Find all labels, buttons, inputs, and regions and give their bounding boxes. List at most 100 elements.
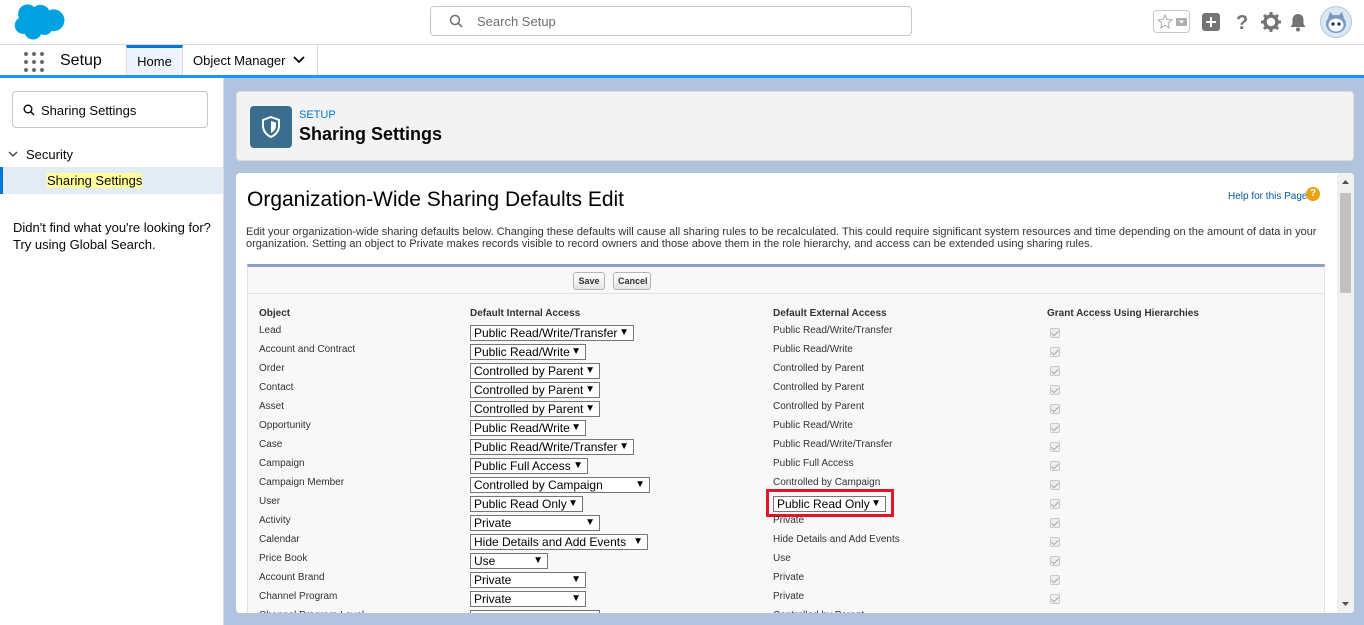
external-access-text: Hide Details and Add Events — [773, 534, 900, 545]
table-row: User Public Read Only ▼ Public Read Only ▼ — [248, 489, 1324, 517]
internal-access-value: Private — [474, 573, 512, 587]
sharing-defaults-edit-block: Save Cancel Object Default Internal Acce… — [247, 264, 1325, 613]
dropdown-arrow-icon: ▼ — [571, 346, 581, 357]
tab-object-manager[interactable]: Object Manager — [183, 45, 318, 75]
save-button[interactable]: Save — [573, 272, 605, 290]
internal-access-select[interactable]: Public Full Access ▼ — [470, 458, 588, 474]
internal-access-value: Public Read/Write/Transfer — [474, 440, 618, 454]
internal-access-value: Public Read Only — [474, 497, 567, 511]
internal-access-value: Use — [474, 554, 496, 568]
object-label: Account Brand — [259, 572, 325, 583]
table-row: Order Controlled by Parent ▼ Controlled by … — [248, 362, 1324, 381]
internal-access-select[interactable]: Public Read Only ▼ — [470, 496, 583, 512]
table-row: Case Public Read/Write/Transfer ▼ Public Re… — [248, 438, 1324, 457]
dropdown-arrow-icon: ▼ — [871, 498, 881, 509]
internal-access-select[interactable]: Public Read/Write ▼ — [470, 420, 586, 436]
scroll-down-icon[interactable] — [1341, 599, 1350, 608]
quick-find-box[interactable] — [12, 91, 208, 128]
tab-home[interactable]: Home — [126, 45, 183, 75]
quick-find-input[interactable] — [41, 101, 201, 119]
object-label: Asset — [259, 401, 285, 412]
dropdown-arrow-icon: ▼ — [619, 327, 629, 338]
notifications-bell-icon[interactable] — [1287, 11, 1309, 33]
salesforce-logo[interactable] — [12, 4, 66, 40]
column-header-external-access: Default External Access — [773, 308, 887, 319]
scrollbar-thumb[interactable] — [1340, 193, 1351, 293]
internal-access-value: Public Read/Write/Transfer — [474, 326, 618, 340]
search-icon — [23, 104, 35, 116]
not-found-line-1: Didn't find what you're looking for? — [13, 220, 211, 235]
external-access-select[interactable]: Public Read Only ▼ — [773, 496, 886, 512]
external-access-text: Public Read/Write/Transfer — [773, 439, 893, 450]
external-access-text: Controlled by Campaign — [773, 477, 881, 488]
app-launcher-icon[interactable] — [24, 52, 44, 72]
table-row: Asset Controlled by Parent ▼ Controlled by … — [248, 400, 1324, 419]
table-row: Account Brand Private ▼ Private — [248, 571, 1324, 590]
table-row: Activity Private ▼ Private — [248, 514, 1324, 533]
help-for-this-page-link[interactable]: Help for this Page — [1228, 191, 1308, 202]
internal-access-value: Public Read/Write — [474, 345, 570, 359]
internal-access-value: Controlled by Campaign — [474, 478, 603, 492]
internal-access-select[interactable]: Private ▼ — [470, 515, 600, 531]
button-row: Save Cancel — [248, 267, 1324, 294]
global-search-input[interactable] — [477, 11, 897, 31]
dropdown-arrow-icon: ▼ — [633, 536, 643, 547]
dropdown-arrow-icon: ▼ — [533, 555, 543, 566]
grant-hierarchy-checkbox — [1050, 347, 1060, 357]
favorites-star-icon — [1157, 14, 1173, 29]
internal-access-select[interactable]: Controlled by Parent▼ — [470, 363, 600, 379]
help-icon[interactable]: ? — [1231, 11, 1253, 33]
external-access-text: Controlled by Parent — [773, 363, 865, 374]
internal-access-select[interactable]: Controlled by Parent▼ — [470, 382, 600, 398]
object-label: Calendar — [259, 534, 300, 545]
svg-text:?: ? — [1236, 12, 1248, 33]
user-avatar[interactable] — [1320, 6, 1352, 38]
grant-hierarchy-checkbox — [1050, 499, 1060, 509]
grant-hierarchy-checkbox — [1050, 328, 1060, 338]
not-found-hint: Didn't find what you're looking for? Try… — [13, 219, 213, 253]
chevron-down-icon[interactable] — [293, 55, 305, 65]
internal-access-select[interactable]: Controlled by Parent▼ — [470, 401, 600, 417]
sharing-settings-icon — [250, 106, 292, 148]
internal-access-select[interactable]: Public Read/Write/Transfer ▼ — [470, 325, 634, 341]
grant-hierarchy-checkbox — [1050, 404, 1060, 414]
internal-access-value: Private — [474, 592, 512, 606]
internal-access-select[interactable]: Private ▼ — [470, 591, 586, 607]
global-search-box[interactable] — [430, 6, 912, 36]
internal-access-select[interactable]: Public Read/Write ▼ — [470, 344, 586, 360]
tree-leaf-sharing-settings[interactable]: Sharing Settings — [0, 167, 223, 194]
favorites-dropdown-icon — [1176, 18, 1187, 26]
external-access-text: Public Full Access — [773, 458, 854, 469]
grant-hierarchy-checkbox — [1050, 423, 1060, 433]
internal-access-select[interactable]: Private ▼ — [470, 572, 586, 588]
favorites-button[interactable] — [1153, 10, 1190, 33]
tree-node-security[interactable]: Security — [8, 145, 73, 163]
scroll-up-icon[interactable] — [1341, 178, 1350, 187]
cancel-button[interactable]: Cancel — [613, 272, 651, 290]
help-icon[interactable]: ? — [1306, 187, 1320, 201]
internal-access-select[interactable]: Use ▼ — [470, 553, 548, 569]
external-access-text: Controlled by Parent — [773, 382, 865, 393]
setup-gear-icon[interactable] — [1260, 11, 1282, 33]
grant-hierarchy-checkbox — [1050, 537, 1060, 547]
global-actions-plus-icon[interactable] — [1201, 11, 1223, 33]
app-navigation-bar: Setup Home Object Manager — [0, 45, 1364, 78]
chevron-down-icon[interactable] — [8, 149, 18, 159]
shield-icon — [262, 116, 280, 138]
dropdown-arrow-icon: ▼ — [585, 517, 595, 528]
external-access-text: Private — [773, 515, 805, 526]
internal-access-select[interactable]: Controlled by Campaign ▼ — [470, 477, 650, 493]
dropdown-arrow-icon: ▼ — [568, 498, 578, 509]
global-search-link[interactable]: Try using Global Search. — [13, 236, 213, 253]
internal-access-value: Controlled by Parent — [474, 611, 583, 613]
grant-hierarchy-checkbox — [1050, 556, 1060, 566]
dropdown-arrow-icon: ▼ — [573, 460, 583, 471]
column-header-object: Object — [259, 308, 291, 319]
internal-access-select[interactable]: Controlled by Parent▼ — [470, 610, 600, 613]
scrollbar[interactable] — [1337, 173, 1354, 613]
internal-access-select[interactable]: Hide Details and Add Events ▼ — [470, 534, 648, 550]
object-label: Contact — [259, 382, 294, 393]
table-row: Channel Program Private ▼ Private — [248, 590, 1324, 609]
internal-access-select[interactable]: Public Read/Write/Transfer ▼ — [470, 439, 634, 455]
grant-hierarchy-checkbox — [1050, 442, 1060, 452]
